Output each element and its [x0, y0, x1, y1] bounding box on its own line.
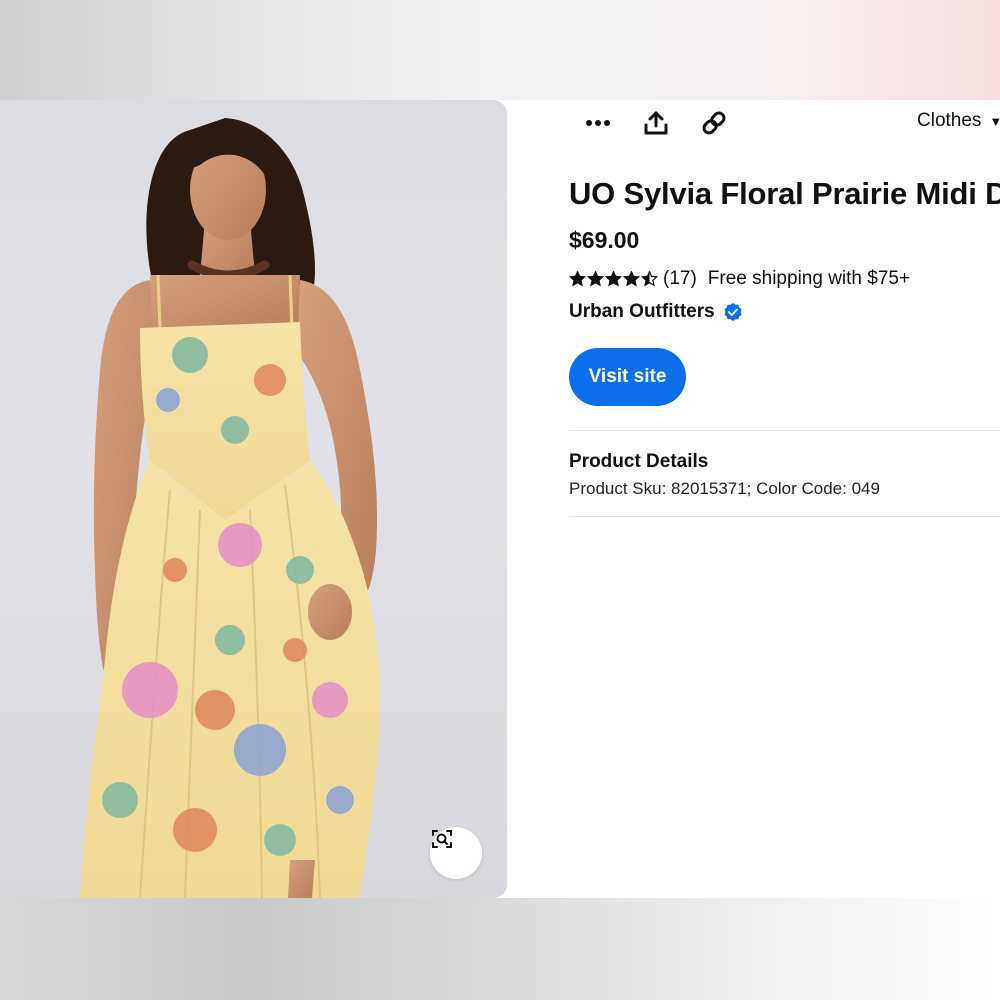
- divider: [569, 516, 1000, 517]
- verified-check-icon: [723, 302, 743, 322]
- product-details-panel: Clothes ▼ UO Sylvia Floral Prairie Midi …: [569, 100, 1000, 898]
- pin-toolbar: Clothes ▼: [569, 100, 1000, 146]
- app-screen: Clothes ▼ UO Sylvia Floral Prairie Midi …: [0, 100, 1000, 898]
- share-upload-icon: [644, 111, 668, 135]
- more-horizontal-icon: [586, 120, 610, 126]
- merchant-name: Urban Outfitters: [569, 301, 715, 322]
- visit-site-button[interactable]: Visit site: [569, 348, 686, 406]
- rating-stars[interactable]: [569, 271, 659, 287]
- divider: [569, 430, 1000, 431]
- board-select[interactable]: Clothes ▼: [917, 110, 1000, 132]
- visual-search-button[interactable]: [430, 827, 482, 879]
- star-icon: [569, 271, 586, 287]
- photo-frame-top: [0, 0, 1000, 100]
- star-icon: [605, 271, 622, 287]
- star-icon: [641, 271, 658, 287]
- more-options-button[interactable]: [581, 106, 615, 140]
- share-button[interactable]: [639, 106, 673, 140]
- link-icon: [702, 111, 726, 135]
- review-count[interactable]: (17): [663, 268, 697, 290]
- merchant-row[interactable]: Urban Outfitters: [569, 301, 743, 323]
- product-price: $69.00: [569, 227, 640, 253]
- chevron-down-icon: ▼: [989, 113, 1000, 129]
- copy-link-button[interactable]: [697, 106, 731, 140]
- rating-row: (17) Free shipping with $75+: [569, 268, 910, 290]
- product-title: UO Sylvia Floral Prairie Midi Dress: [569, 176, 1000, 211]
- visual-search-icon: [432, 830, 452, 848]
- board-select-label: Clothes: [917, 110, 982, 131]
- product-details-heading: Product Details: [569, 451, 709, 472]
- star-icon: [587, 271, 604, 287]
- product-details-body: Product Sku: 82015371; Color Code: 049: [569, 479, 880, 498]
- star-icon: [623, 271, 640, 287]
- photo-frame-bottom: [0, 898, 1000, 1000]
- product-image[interactable]: [0, 100, 507, 898]
- dress-photo-illustration: [80, 118, 380, 898]
- shipping-info: Free shipping with $75+: [707, 268, 911, 289]
